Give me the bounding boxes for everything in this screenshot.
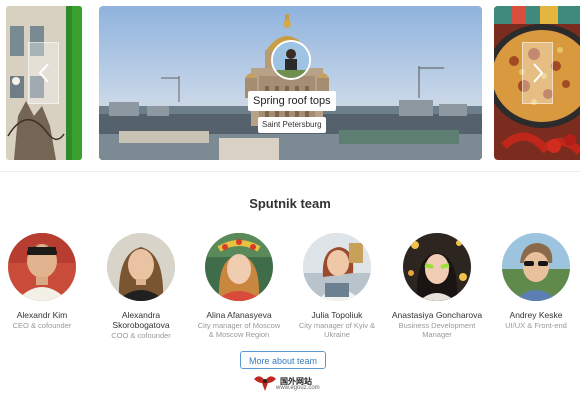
member-name-line: Julia Topoliuk xyxy=(311,310,363,320)
slide-city-label[interactable]: Saint Petersburg xyxy=(258,117,326,133)
slide-image-city-rooftops xyxy=(99,6,482,160)
member-role-line: Manager xyxy=(422,330,452,339)
eagle-logo-icon xyxy=(254,376,276,391)
member-role: CEO & cofounder xyxy=(0,321,90,330)
member-role: UI/UX & Front-end xyxy=(488,321,580,330)
slide-title[interactable]: Spring roof tops xyxy=(248,91,336,111)
member-name: Andrey Keske xyxy=(488,310,580,320)
team-member-card[interactable]: Julia Topoliuk City manager of Kyiv & Uk… xyxy=(289,233,385,339)
member-photo[interactable] xyxy=(205,233,273,301)
member-role-line: COO & cofounder xyxy=(111,331,171,340)
team-heading: Sputnik team xyxy=(249,196,331,211)
member-avatar-image xyxy=(8,233,76,301)
avatar-image xyxy=(273,42,309,78)
carousel: Spring roof tops Saint Petersburg xyxy=(0,0,580,168)
member-role-line: UI/UX & Front-end xyxy=(505,321,567,330)
team-member-card[interactable]: Alina Afanasyeva City manager of Moscow … xyxy=(191,233,287,339)
member-role-line: Ukraine xyxy=(324,330,350,339)
watermark-url: www.egouz.com xyxy=(276,385,320,391)
team-member-card[interactable]: Anastasiya Goncharova Business Developme… xyxy=(389,233,485,339)
member-avatar-image xyxy=(303,233,371,301)
member-photo[interactable] xyxy=(403,233,471,301)
member-name: Alina Afanasyeva xyxy=(191,310,287,320)
member-photo[interactable] xyxy=(8,233,76,301)
team-member-card[interactable]: Alexandra Skorobogatova COO & cofounder xyxy=(93,233,189,340)
member-photo[interactable] xyxy=(502,233,570,301)
member-name: Julia Topoliuk xyxy=(289,310,385,320)
member-role-line: & Moscow Region xyxy=(208,330,270,339)
member-avatar-image xyxy=(205,233,273,301)
carousel-slide-current[interactable]: Spring roof tops Saint Petersburg xyxy=(99,6,482,160)
member-avatar-image xyxy=(107,233,175,301)
chevron-right-icon xyxy=(532,63,543,83)
member-role-line: City manager of Moscow xyxy=(197,321,281,330)
member-role: City manager of Kyiv & Ukraine xyxy=(289,321,385,339)
member-role-line: CEO & cofounder xyxy=(12,321,72,330)
member-name-line: Alexandr Kim xyxy=(16,310,68,320)
member-role: Business Development Manager xyxy=(389,321,485,339)
section-divider xyxy=(0,171,580,172)
chevron-left-icon xyxy=(38,63,49,83)
member-name-line: Andrey Keske xyxy=(509,310,563,320)
carousel-prev-button[interactable] xyxy=(28,42,59,104)
team-member-card[interactable]: Alexandr Kim CEO & cofounder xyxy=(0,233,90,330)
author-avatar[interactable] xyxy=(271,40,311,80)
member-name: Anastasiya Goncharova xyxy=(389,310,485,320)
carousel-next-button[interactable] xyxy=(522,42,553,104)
member-name-line: Skorobogatova xyxy=(112,320,170,330)
watermark: 国外网站 www.egouz.com xyxy=(254,373,334,393)
member-role-line: Business Development xyxy=(398,321,476,330)
member-photo[interactable] xyxy=(107,233,175,301)
member-avatar-image xyxy=(502,233,570,301)
team-member-card[interactable]: Andrey Keske UI/UX & Front-end xyxy=(488,233,580,330)
member-avatar-image xyxy=(403,233,471,301)
member-role: City manager of Moscow & Moscow Region xyxy=(191,321,287,339)
member-photo[interactable] xyxy=(303,233,371,301)
member-name-line: Alina Afanasyeva xyxy=(206,310,272,320)
member-name: Alexandr Kim xyxy=(0,310,90,320)
more-about-team-button[interactable]: More about team xyxy=(240,351,326,369)
member-name: Alexandra Skorobogatova xyxy=(93,310,189,330)
member-name-line: Alexandra xyxy=(121,310,161,320)
member-role: COO & cofounder xyxy=(93,331,189,340)
member-role-line: City manager of Kyiv & xyxy=(298,321,376,330)
member-name-line: Anastasiya Goncharova xyxy=(391,310,483,320)
